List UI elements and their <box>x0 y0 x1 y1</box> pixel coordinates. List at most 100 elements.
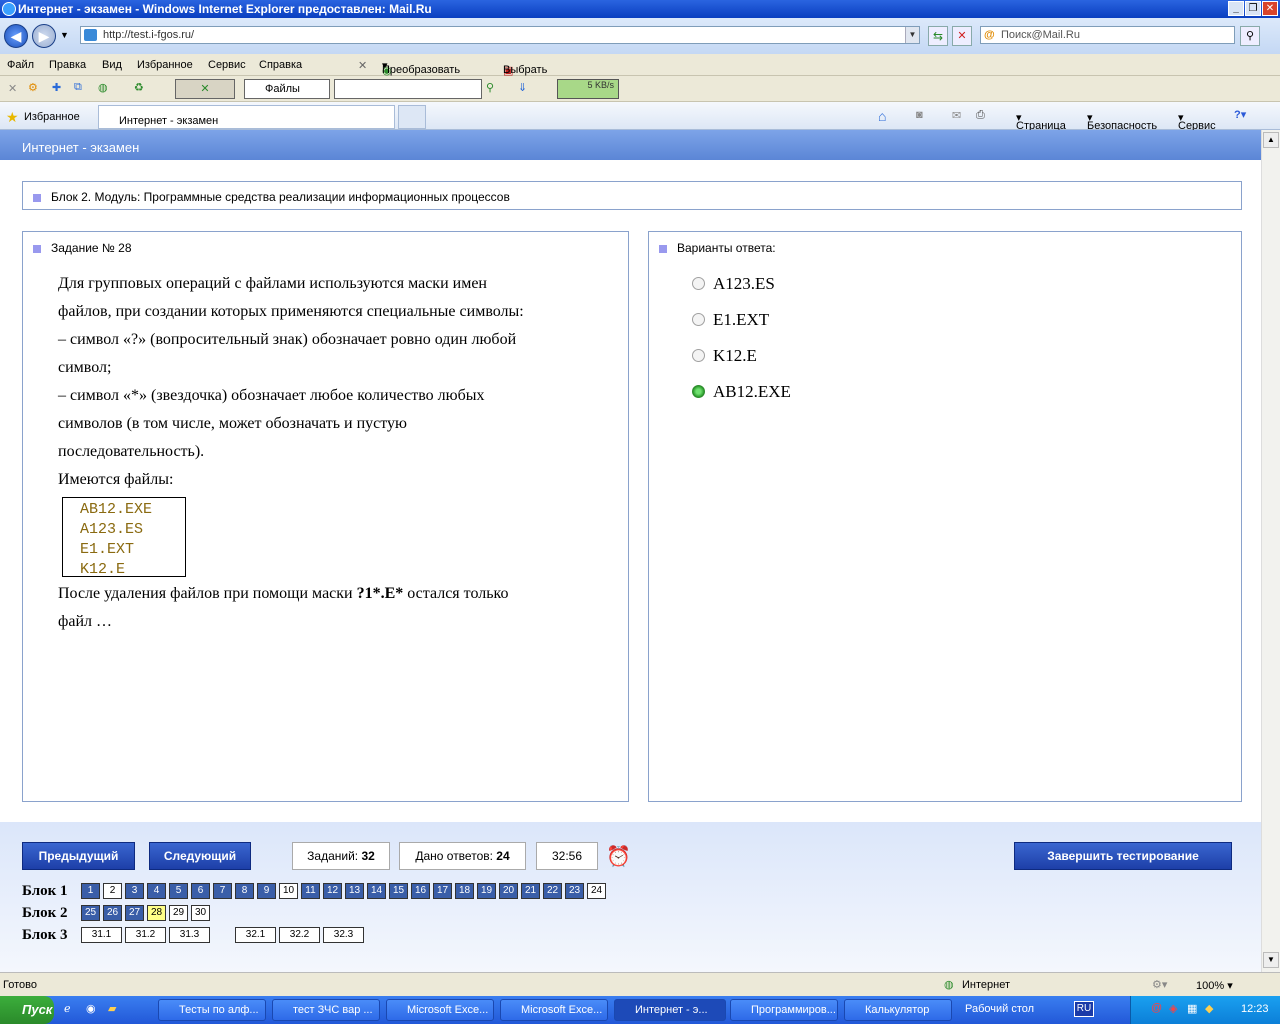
question-number-button[interactable]: 29 <box>169 905 188 921</box>
menu-view[interactable]: Вид <box>102 59 122 71</box>
mail-icon[interactable]: ✉ <box>952 109 961 122</box>
history-dropdown-icon[interactable]: ▼ <box>60 30 69 40</box>
language-indicator[interactable]: RU <box>1074 1001 1094 1017</box>
quicklaunch-ie-icon[interactable]: ℯ <box>64 1002 71 1015</box>
favorites-star-icon[interactable]: ★ <box>6 109 19 126</box>
menu-file[interactable]: Файл <box>7 59 34 71</box>
question-number-button[interactable]: 3 <box>125 883 144 899</box>
tool-icon-4[interactable]: ◍ <box>98 81 108 94</box>
tool-icon-2[interactable]: ✚ <box>52 81 61 94</box>
search-combo[interactable] <box>334 79 482 99</box>
finish-test-button[interactable]: Завершить тестирование <box>1014 842 1232 870</box>
question-number-button[interactable]: 4 <box>147 883 166 899</box>
tray-icon-4[interactable]: ◆ <box>1205 1002 1213 1015</box>
answer-option[interactable]: A123.ES <box>692 274 775 294</box>
task-calculator[interactable]: Калькулятор <box>844 999 952 1021</box>
task-excel-2[interactable]: Microsoft Exce... <box>500 999 608 1021</box>
question-number-button[interactable]: 1 <box>81 883 100 899</box>
task-word-2[interactable]: тест ЗЧС вар ... <box>272 999 380 1021</box>
forward-icon[interactable]: ▶ <box>32 24 56 48</box>
close-button[interactable]: ✕ <box>1262 1 1278 16</box>
question-number-button[interactable]: 32.3 <box>323 927 364 943</box>
question-number-button[interactable]: 15 <box>389 883 408 899</box>
question-number-button[interactable]: 5 <box>169 883 188 899</box>
question-number-button[interactable]: 18 <box>455 883 474 899</box>
protected-mode-icon[interactable]: ⚙▾ <box>1152 978 1167 991</box>
toolbar-close-icon[interactable]: ✕ <box>358 59 367 72</box>
radio-button-selected[interactable] <box>692 385 705 398</box>
next-button[interactable]: Следующий <box>149 842 251 870</box>
convert-button[interactable]: ◉ Преобразовать ▾ <box>382 59 460 77</box>
desktop-toolbar[interactable]: Рабочий стол <box>965 1003 1034 1015</box>
zoom-control[interactable]: 100% ▾ <box>1196 979 1233 992</box>
question-number-button[interactable]: 23 <box>565 883 584 899</box>
previous-button[interactable]: Предыдущий <box>22 842 135 870</box>
question-number-button[interactable]: 7 <box>213 883 232 899</box>
scroll-up-icon[interactable]: ▲ <box>1263 132 1279 148</box>
task-ie[interactable]: Интернет - э... <box>614 999 726 1021</box>
question-number-button[interactable]: 12 <box>323 883 342 899</box>
quicklaunch-icon-2[interactable]: ◉ <box>86 1002 96 1015</box>
question-number-button[interactable]: 25 <box>81 905 100 921</box>
favorites-button[interactable]: Избранное <box>24 111 80 123</box>
menu-edit[interactable]: Правка <box>49 59 86 71</box>
refresh-icon[interactable]: ⇆ <box>928 26 948 46</box>
stop-icon[interactable]: ✕ <box>952 26 972 46</box>
page-menu[interactable]: Страница ▾ <box>1016 111 1066 132</box>
question-number-button[interactable]: 22 <box>543 883 562 899</box>
question-number-button[interactable]: 31.1 <box>81 927 122 943</box>
question-number-button[interactable]: 16 <box>411 883 430 899</box>
maximize-button[interactable]: ❐ <box>1245 1 1261 16</box>
minimize-button[interactable]: _ <box>1228 1 1244 16</box>
vertical-scrollbar[interactable]: ▲ ▼ <box>1261 130 1280 972</box>
answer-option[interactable]: K12.E <box>692 346 757 366</box>
question-number-button[interactable]: 26 <box>103 905 122 921</box>
question-number-button[interactable]: 17 <box>433 883 452 899</box>
question-number-button[interactable]: 21 <box>521 883 540 899</box>
question-number-button[interactable]: 13 <box>345 883 364 899</box>
address-dropdown-icon[interactable]: ▼ <box>905 27 919 43</box>
question-number-button[interactable]: 11 <box>301 883 320 899</box>
print-icon[interactable]: ⎙ <box>976 109 985 122</box>
start-button[interactable]: Пуск <box>0 996 54 1024</box>
new-tab-button[interactable] <box>398 105 426 129</box>
question-number-button[interactable]: 9 <box>257 883 276 899</box>
question-number-button[interactable]: 24 <box>587 883 606 899</box>
radio-button[interactable] <box>692 349 705 362</box>
radio-button[interactable] <box>692 313 705 326</box>
safety-menu[interactable]: Безопасность ▾ <box>1087 111 1157 132</box>
search-input[interactable]: @ Поиск@Mail.Ru <box>980 26 1235 44</box>
home-icon[interactable]: ⌂ <box>878 108 886 124</box>
question-number-button[interactable]: 28 <box>147 905 166 921</box>
menu-help[interactable]: Справка <box>259 59 302 71</box>
download-icon[interactable]: ⇓ <box>518 81 527 94</box>
tool-icon-1[interactable]: ⚙ <box>28 81 38 94</box>
tool-icon-5[interactable]: ♻ <box>134 81 144 94</box>
tool-icon-3[interactable]: ⧉ <box>74 81 82 94</box>
menu-favorites[interactable]: Избранное <box>137 59 193 71</box>
feeds-icon[interactable]: ◙ <box>916 109 923 121</box>
question-number-button[interactable]: 20 <box>499 883 518 899</box>
question-number-button[interactable]: 32.1 <box>235 927 276 943</box>
go-search-icon[interactable]: ⚲ <box>486 81 494 94</box>
question-number-button[interactable]: 10 <box>279 883 298 899</box>
tray-network-icon[interactable]: ▦ <box>1187 1002 1197 1015</box>
question-number-button[interactable]: 14 <box>367 883 386 899</box>
question-number-button[interactable]: 27 <box>125 905 144 921</box>
task-excel-1[interactable]: Microsoft Exce... <box>386 999 494 1021</box>
address-input[interactable]: http://test.i-fgos.ru/ ▼ <box>80 26 920 44</box>
question-number-button[interactable]: 19 <box>477 883 496 899</box>
radio-button[interactable] <box>692 277 705 290</box>
scroll-down-icon[interactable]: ▼ <box>1263 952 1279 968</box>
files-combo[interactable]: Файлы <box>244 79 330 99</box>
question-number-button[interactable]: 31.3 <box>169 927 210 943</box>
question-number-button[interactable]: 2 <box>103 883 122 899</box>
quicklaunch-folder-icon[interactable]: ▰ <box>108 1002 116 1015</box>
tab-exam[interactable]: Интернет - экзамен <box>98 105 395 129</box>
toolbar2-close-icon[interactable]: ✕ <box>8 82 17 95</box>
task-opera[interactable]: Программиров... <box>730 999 838 1021</box>
question-number-button[interactable]: 31.2 <box>125 927 166 943</box>
answer-option[interactable]: E1.EXT <box>692 310 769 330</box>
question-number-button[interactable]: 30 <box>191 905 210 921</box>
back-icon[interactable]: ◀ <box>4 24 28 48</box>
